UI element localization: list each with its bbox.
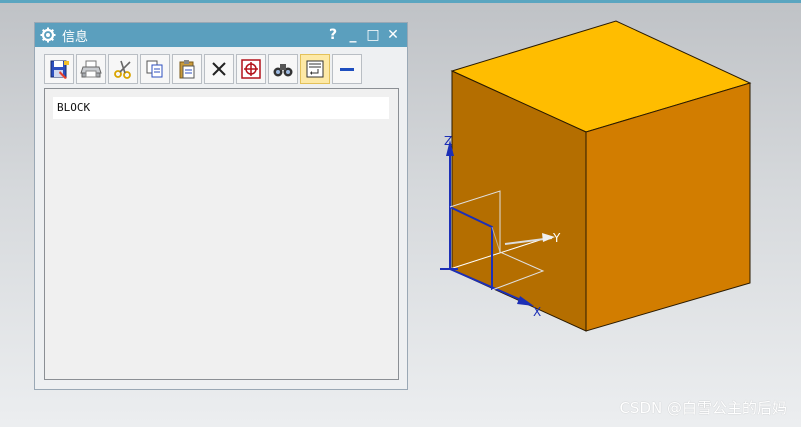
collapse-button[interactable] — [332, 54, 362, 84]
wrap-button[interactable] — [300, 54, 330, 84]
watermark: CSDN @白雪公主的后妈 — [619, 399, 787, 417]
find-button[interactable] — [268, 54, 298, 84]
printer-icon — [80, 60, 102, 78]
paste-button[interactable] — [172, 54, 202, 84]
target-button[interactable] — [236, 54, 266, 84]
copy-icon — [146, 60, 163, 78]
copy-button[interactable] — [140, 54, 170, 84]
x-icon — [212, 62, 226, 76]
minus-icon — [340, 68, 354, 71]
save-button[interactable] — [44, 54, 74, 84]
cut-button[interactable] — [108, 54, 138, 84]
info-line: BLOCK — [53, 97, 389, 119]
crosshair-icon — [241, 59, 261, 79]
paste-icon — [179, 60, 195, 79]
information-window[interactable]: 信息 ? _ □ ✕ BLOCK — [34, 22, 408, 390]
graphics-viewport[interactable]: Z Y X 信息 ? _ □ ✕ BLOCK CSDN @白雪公主的后妈 — [0, 0, 801, 427]
print-button[interactable] — [76, 54, 106, 84]
close-button[interactable]: ✕ — [385, 27, 401, 43]
minimize-button[interactable]: _ — [345, 27, 361, 43]
z-axis-label: Z — [444, 134, 452, 148]
gear-icon — [40, 27, 56, 43]
window-title: 信息 — [62, 29, 89, 45]
scissors-icon — [114, 60, 131, 79]
x-axis-label: X — [533, 305, 541, 319]
toolbar — [44, 54, 362, 86]
delete-button[interactable] — [204, 54, 234, 84]
title-bar[interactable]: 信息 ? _ □ ✕ — [35, 23, 407, 47]
wrap-icon — [306, 60, 324, 78]
maximize-button[interactable]: □ — [365, 27, 381, 43]
y-axis-label: Y — [552, 231, 561, 245]
binoculars-icon — [273, 64, 293, 77]
info-content-area[interactable]: BLOCK — [44, 88, 399, 380]
help-button[interactable]: ? — [325, 27, 341, 43]
save-icon — [50, 60, 69, 79]
